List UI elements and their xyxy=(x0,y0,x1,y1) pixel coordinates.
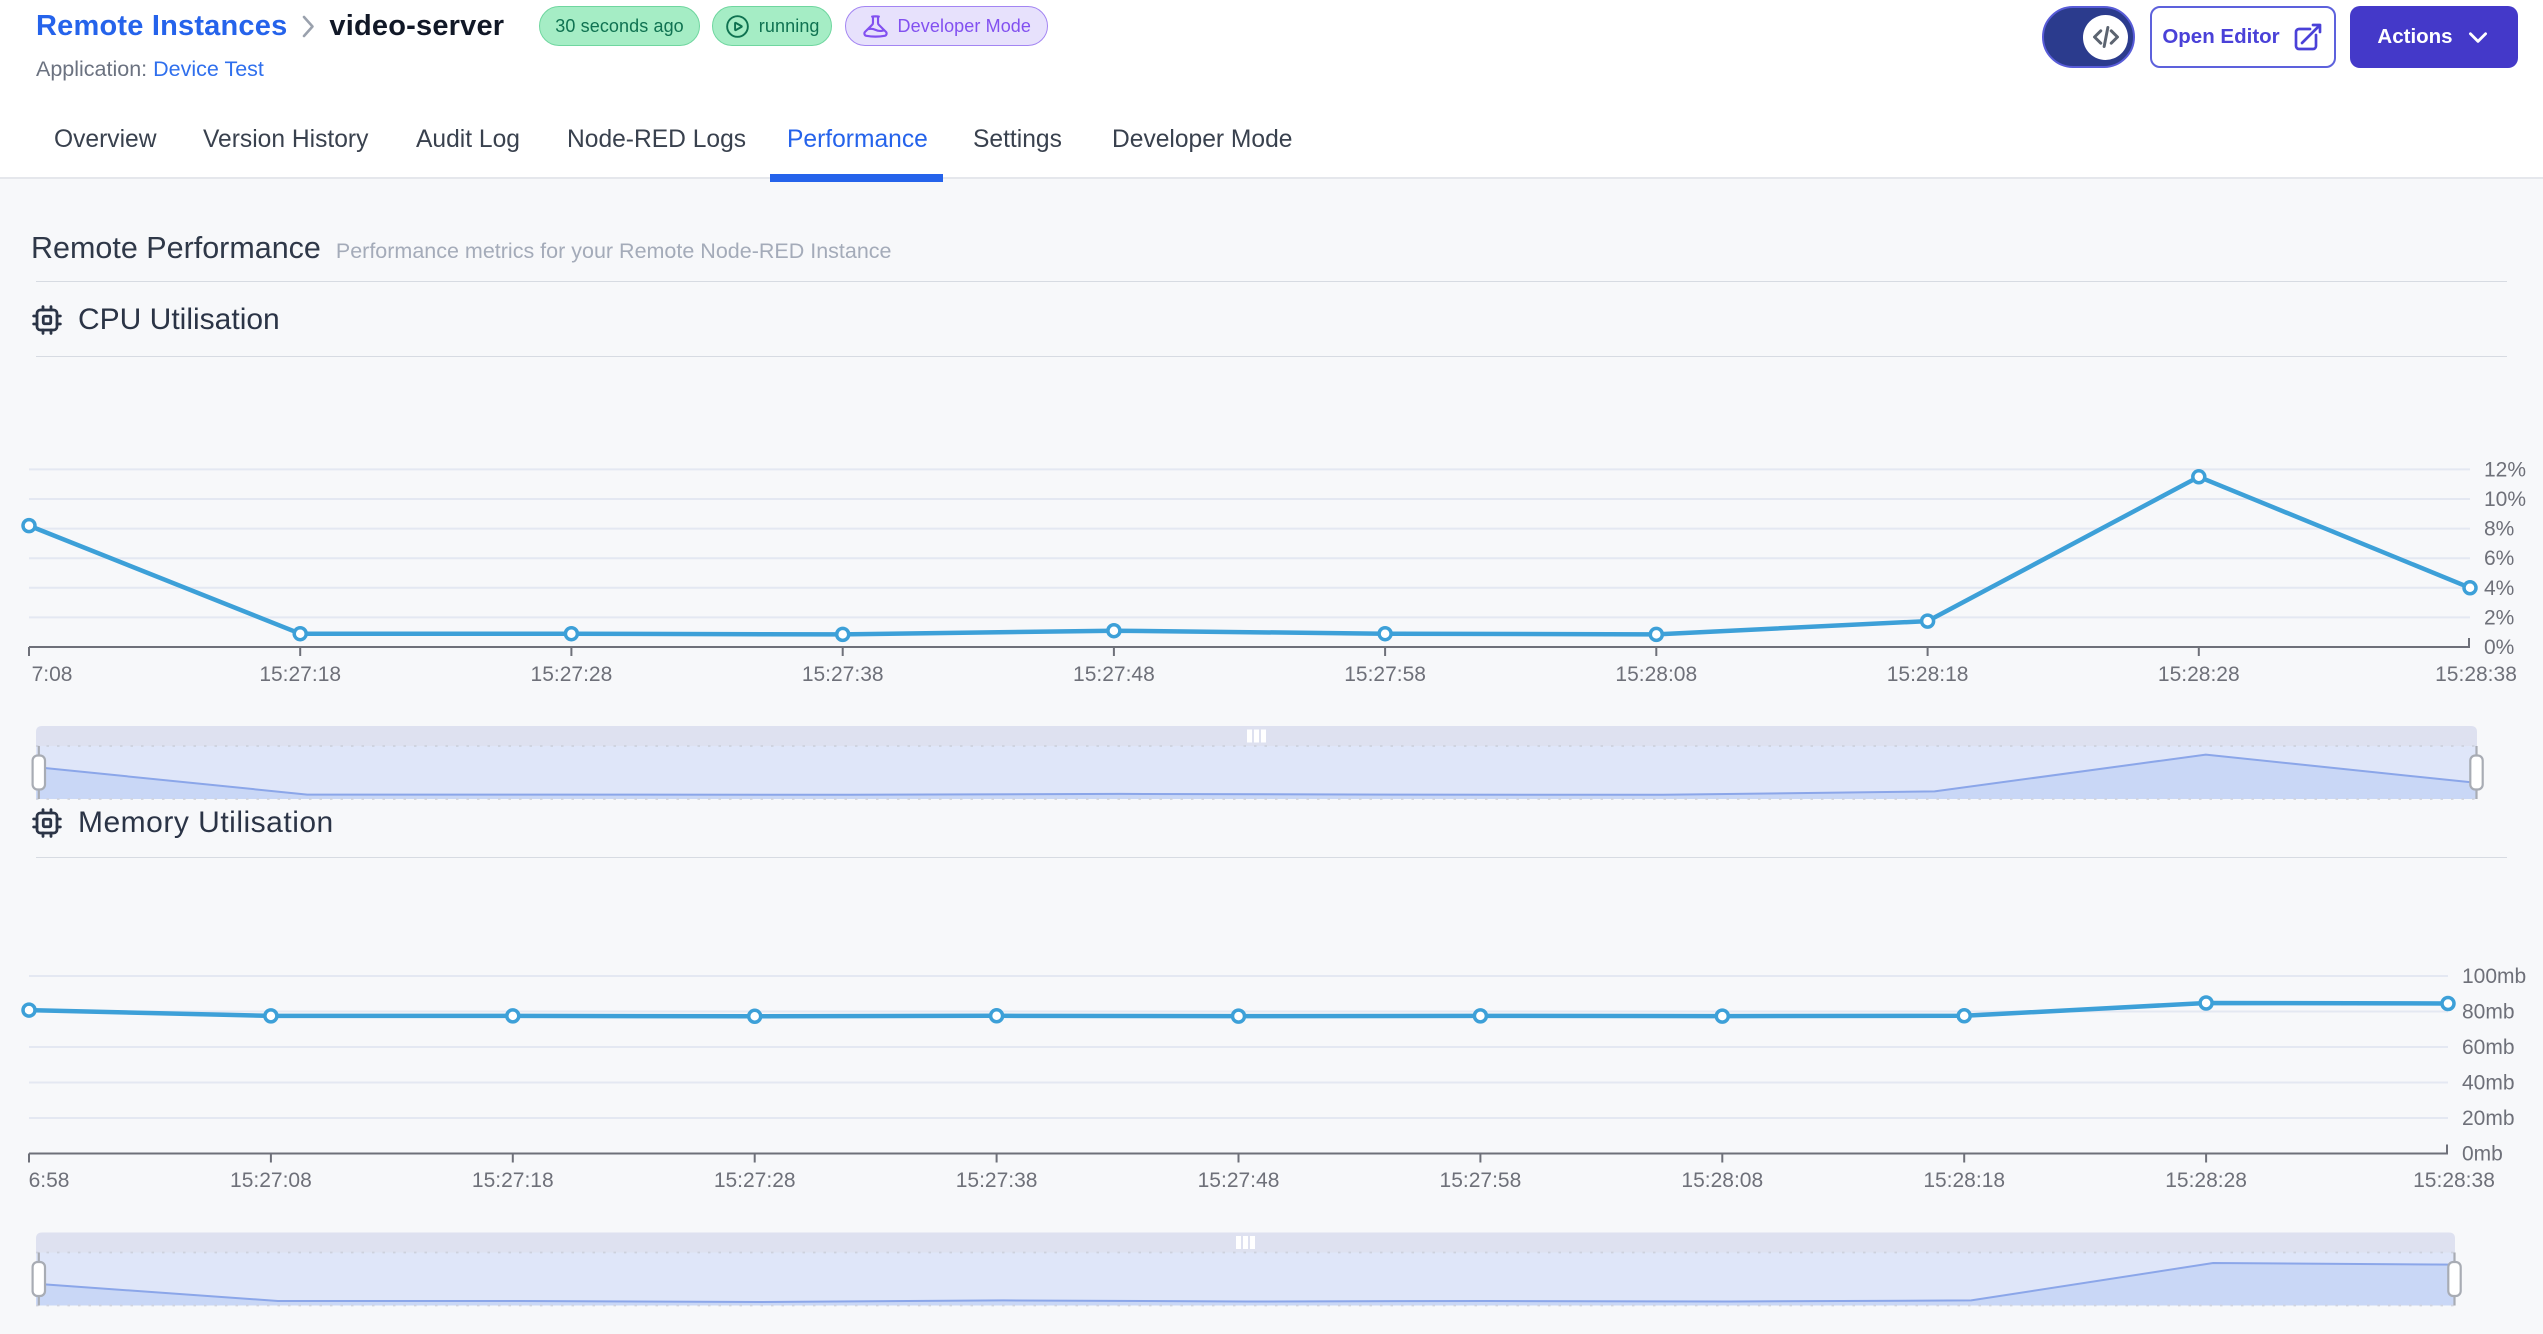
svg-text:15:27:38: 15:27:38 xyxy=(802,663,884,686)
svg-text:15:27:38: 15:27:38 xyxy=(956,1169,1038,1192)
svg-text:80mb: 80mb xyxy=(2462,1001,2515,1024)
svg-text:10%: 10% xyxy=(2484,488,2526,511)
svg-text:2%: 2% xyxy=(2484,606,2514,629)
svg-text:15:28:08: 15:28:08 xyxy=(1681,1169,1763,1192)
svg-text:15:28:38: 15:28:38 xyxy=(2413,1169,2495,1192)
svg-text:15:27:58: 15:27:58 xyxy=(1344,663,1426,686)
svg-text:15:28:18: 15:28:18 xyxy=(1887,663,1969,686)
svg-text:8%: 8% xyxy=(2484,518,2514,541)
svg-text:15:28:28: 15:28:28 xyxy=(2158,663,2240,686)
svg-text:100mb: 100mb xyxy=(2462,965,2526,988)
svg-text:60mb: 60mb xyxy=(2462,1036,2515,1059)
svg-text:12%: 12% xyxy=(2484,458,2526,481)
svg-text:15:27:28: 15:27:28 xyxy=(531,663,613,686)
svg-text:20mb: 20mb xyxy=(2462,1107,2515,1130)
svg-text:15:27:28: 15:27:28 xyxy=(714,1169,796,1192)
svg-text:15:28:08: 15:28:08 xyxy=(1615,663,1697,686)
svg-text:15:27:48: 15:27:48 xyxy=(1198,1169,1280,1192)
svg-text:6:58: 6:58 xyxy=(29,1169,70,1192)
svg-text:15:28:18: 15:28:18 xyxy=(1923,1169,2005,1192)
svg-text:6%: 6% xyxy=(2484,547,2514,570)
svg-text:15:27:58: 15:27:58 xyxy=(1440,1169,1522,1192)
svg-text:15:27:08: 15:27:08 xyxy=(230,1169,312,1192)
svg-text:40mb: 40mb xyxy=(2462,1072,2515,1095)
svg-text:7:08: 7:08 xyxy=(32,663,73,686)
svg-text:0%: 0% xyxy=(2484,636,2514,659)
svg-text:15:27:48: 15:27:48 xyxy=(1073,663,1155,686)
svg-text:15:27:18: 15:27:18 xyxy=(472,1169,554,1192)
svg-text:15:28:28: 15:28:28 xyxy=(2165,1169,2247,1192)
svg-text:4%: 4% xyxy=(2484,577,2514,600)
svg-text:15:27:18: 15:27:18 xyxy=(259,663,341,686)
svg-text:0mb: 0mb xyxy=(2462,1143,2503,1166)
svg-text:15:28:38: 15:28:38 xyxy=(2435,663,2517,686)
